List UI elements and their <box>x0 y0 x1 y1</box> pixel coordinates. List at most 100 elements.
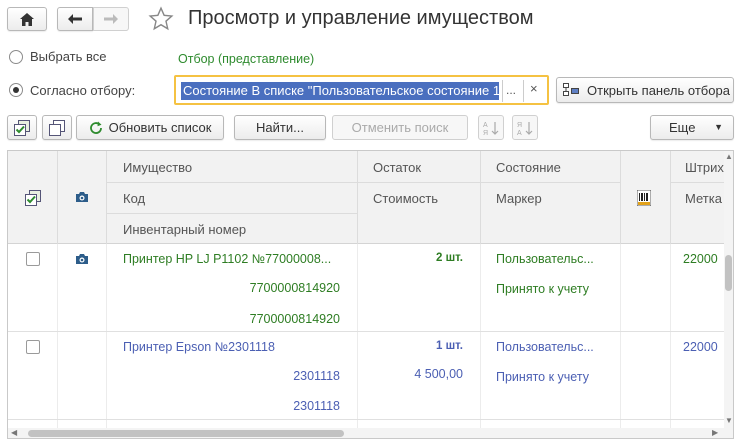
filter-divider <box>523 80 524 102</box>
header-row-divider <box>106 213 357 214</box>
barcode-icon <box>636 189 652 209</box>
row-marker: Принято к учету <box>496 370 589 384</box>
row-item: Принтер Epson №2301118 <box>123 340 275 354</box>
sort-ascending-button[interactable]: A Я <box>478 115 504 140</box>
column-divider <box>57 151 58 244</box>
select-all-radio[interactable] <box>9 50 23 64</box>
open-filter-panel-label: Открыть панель отбора <box>587 82 730 98</box>
more-label: Еще <box>669 120 696 135</box>
row-cost: 4 500,00 <box>414 367 463 381</box>
open-filter-panel-button[interactable]: Открыть панель отбора <box>556 77 734 103</box>
scroll-right-icon[interactable]: ▶ <box>712 429 718 437</box>
select-all-button[interactable] <box>7 115 37 140</box>
row-code: 7700000814920 <box>249 281 340 295</box>
column-divider <box>620 151 621 244</box>
header-tag[interactable]: Метка <box>685 191 722 206</box>
column-divider <box>670 151 671 244</box>
header-state[interactable]: Состояние <box>496 160 561 175</box>
row-checkbox[interactable] <box>26 340 40 354</box>
favorite-star-icon[interactable] <box>148 6 174 32</box>
header-check-all-icon[interactable] <box>25 190 41 209</box>
filter-divider <box>502 80 503 102</box>
refresh-list-button[interactable]: Обновить список <box>76 115 224 140</box>
arrow-right-icon <box>104 14 118 24</box>
camera-icon <box>75 191 89 206</box>
by-filter-radio[interactable] <box>9 83 23 97</box>
vertical-scroll-thumb[interactable] <box>725 255 732 291</box>
column-divider <box>670 244 671 428</box>
row-state: Пользовательс... <box>496 340 594 354</box>
deselect-all-button[interactable] <box>42 115 72 140</box>
back-button[interactable] <box>57 7 93 31</box>
chevron-down-icon: ▼ <box>714 122 723 132</box>
cancel-search-button[interactable]: Отменить поиск <box>332 115 468 140</box>
cancel-search-label: Отменить поиск <box>351 120 449 135</box>
row-divider <box>8 419 724 420</box>
sort-descending-button[interactable]: Я A <box>512 115 538 140</box>
by-filter-label: Согласно отбору: <box>30 83 136 98</box>
table-header: Имущество Код Инвентарный номер Остаток … <box>8 151 733 244</box>
filter-field[interactable]: Состояние В списке "Пользовательское сос… <box>174 75 549 105</box>
header-item[interactable]: Имущество <box>123 160 192 175</box>
refresh-icon <box>89 121 102 134</box>
camera-icon <box>75 253 89 268</box>
svg-text:Я: Я <box>483 130 488 136</box>
column-divider <box>106 244 107 428</box>
column-divider <box>620 244 621 428</box>
row-state: Пользовательс... <box>496 252 594 266</box>
row-balance: 2 шт. <box>436 252 463 264</box>
column-divider <box>57 244 58 428</box>
svg-text:Я: Я <box>517 122 522 129</box>
find-label: Найти... <box>256 120 304 135</box>
row-checkbox[interactable] <box>26 252 40 266</box>
page-title: Просмотр и управление имуществом <box>188 7 534 29</box>
row-marker: Принято к учету <box>496 282 589 296</box>
header-cost[interactable]: Стоимость <box>373 191 438 206</box>
horizontal-scroll-thumb[interactable] <box>28 430 344 437</box>
row-divider <box>8 331 724 332</box>
row-inventory-number: 7700000814920 <box>249 312 340 326</box>
scroll-down-icon[interactable]: ▼ <box>725 417 733 425</box>
scroll-left-icon[interactable]: ◀ <box>11 429 17 437</box>
sort-ascending-icon: A Я <box>483 121 499 136</box>
filter-clear-button[interactable]: × <box>530 81 538 96</box>
row-barcode: 22000 <box>683 340 718 354</box>
column-divider <box>357 244 358 428</box>
forward-button[interactable] <box>93 7 129 31</box>
svg-text:A: A <box>517 130 522 136</box>
filter-panel-icon <box>563 83 579 96</box>
arrow-left-icon <box>68 14 82 24</box>
row-barcode: 22000 <box>683 252 718 266</box>
header-code[interactable]: Код <box>123 191 145 206</box>
home-icon <box>20 12 34 26</box>
vertical-scrollbar[interactable]: ▲ ▼ <box>724 151 733 438</box>
row-inventory-number: 2301118 <box>293 399 340 413</box>
find-button[interactable]: Найти... <box>234 115 326 140</box>
filter-value[interactable]: Состояние В списке "Пользовательское сос… <box>181 82 499 100</box>
filter-more-button[interactable]: ... <box>506 83 516 97</box>
scroll-up-icon[interactable]: ▲ <box>725 153 733 161</box>
header-barcode[interactable]: Штрих <box>685 160 724 175</box>
header-row-divider <box>106 182 620 183</box>
row-balance: 1 шт. <box>436 340 463 352</box>
home-button[interactable] <box>7 7 47 31</box>
refresh-list-label: Обновить список <box>108 120 212 135</box>
select-all-label: Выбрать все <box>30 49 107 64</box>
column-divider <box>357 151 358 244</box>
header-marker[interactable]: Маркер <box>496 191 542 206</box>
header-inventory-number[interactable]: Инвентарный номер <box>123 222 246 237</box>
assets-table: Имущество Код Инвентарный номер Остаток … <box>7 150 734 439</box>
header-balance[interactable]: Остаток <box>373 160 421 175</box>
header-row-divider <box>670 182 724 183</box>
column-divider <box>480 151 481 244</box>
more-button[interactable]: Еще ▼ <box>650 115 734 140</box>
svg-text:A: A <box>483 122 488 129</box>
check-all-icon <box>14 119 30 136</box>
column-divider <box>480 244 481 428</box>
row-code: 2301118 <box>293 369 340 383</box>
uncheck-all-icon <box>49 119 65 136</box>
filter-caption: Отбор (представление) <box>178 52 315 66</box>
sort-descending-icon: Я A <box>517 121 533 136</box>
column-divider <box>106 151 107 244</box>
horizontal-scrollbar[interactable]: ◀ ▶ <box>8 428 724 438</box>
